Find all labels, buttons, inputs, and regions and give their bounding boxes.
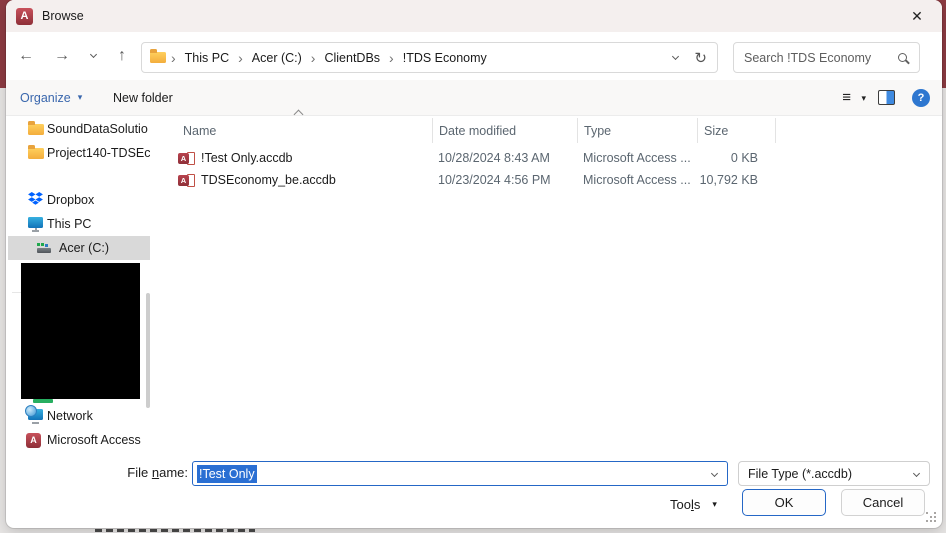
hidden-drive-icon-fragment	[33, 399, 53, 403]
breadcrumb-this-pc[interactable]: This PC	[181, 51, 233, 65]
title-bar: A Browse ✕	[6, 0, 942, 32]
file-row-tdseconomy-be[interactable]: A TDSEconomy_be.accdb 10/23/2024 4:56 PM…	[150, 169, 776, 191]
column-header-name[interactable]: Name	[150, 118, 432, 143]
column-header-date-modified[interactable]: Date modified	[432, 118, 577, 143]
search-box[interactable]: Search !TDS Economy	[733, 42, 920, 73]
tools-button[interactable]: Tools ▾	[670, 494, 734, 514]
crumb-separator-icon: ›	[389, 49, 394, 66]
file-name: !Test Only.accdb	[201, 151, 293, 165]
sidebar-scrollbar[interactable]	[146, 293, 150, 408]
command-toolbar: Organize ▾ New folder ≡ ▾ ?	[6, 80, 942, 116]
chevron-down-icon	[912, 469, 921, 478]
access-file-icon: A	[178, 173, 195, 188]
view-options-caret-icon[interactable]: ▾	[861, 93, 866, 104]
file-type: Microsoft Access ...	[583, 173, 691, 187]
file-name: TDSEconomy_be.accdb	[201, 173, 336, 187]
new-folder-button[interactable]: New folder	[113, 80, 173, 115]
file-type-select[interactable]: File Type (*.accdb)	[738, 461, 930, 486]
chevron-down-icon[interactable]	[710, 469, 719, 478]
drive-icon	[37, 242, 51, 253]
folder-icon	[28, 120, 44, 135]
preview-pane-icon[interactable]	[878, 90, 895, 105]
breadcrumb-tds-economy[interactable]: !TDS Economy	[399, 51, 491, 65]
crumb-separator-icon: ›	[310, 49, 316, 66]
access-file-icon: A	[178, 151, 195, 166]
breadcrumb-acer-c[interactable]: Acer (C:)	[248, 51, 306, 65]
file-row-test-only[interactable]: A !Test Only.accdb 10/28/2024 8:43 AM Mi…	[150, 147, 776, 169]
back-button[interactable]: ←	[10, 40, 42, 72]
sidebar-item-dropbox[interactable]: Dropbox	[6, 188, 150, 212]
up-button[interactable]: ↑	[106, 40, 138, 72]
folder-icon	[150, 49, 166, 63]
background-statusbar-text-fragment	[95, 529, 255, 532]
chevron-down-icon	[89, 50, 97, 59]
sidebar-item-acer-c[interactable]: Acer (C:)	[8, 236, 150, 260]
back-icon: ←	[18, 47, 34, 64]
close-button[interactable]: ✕	[898, 0, 936, 32]
crumb-separator-icon: ›	[238, 49, 243, 66]
breadcrumb-clientdbs[interactable]: ClientDBs	[320, 51, 384, 65]
column-header-size[interactable]: Size	[697, 118, 776, 143]
network-icon	[25, 405, 43, 424]
search-placeholder: Search !TDS Economy	[744, 50, 872, 65]
file-date: 10/28/2024 8:43 AM	[438, 151, 550, 165]
access-icon: A	[26, 432, 41, 448]
dropbox-icon	[28, 192, 43, 208]
search-icon	[898, 53, 907, 62]
forward-icon: →	[54, 47, 70, 64]
refresh-button[interactable]: ↻	[694, 49, 707, 67]
cancel-button[interactable]: Cancel	[841, 489, 925, 516]
selected-text: !Test Only	[197, 464, 257, 483]
folder-icon	[28, 144, 44, 159]
sidebar-item-folder2[interactable]: Project140-TDSEc	[6, 141, 150, 165]
organize-button[interactable]: Organize ▾	[20, 80, 82, 115]
view-options-icon[interactable]: ≡	[842, 89, 851, 106]
file-name-input[interactable]: !Test Only	[192, 461, 728, 486]
help-icon: ?	[917, 92, 925, 104]
navigation-bar: ← → ↑ › This PC › Acer (C:) › ClientDBs …	[6, 32, 942, 80]
resize-grip[interactable]	[926, 512, 937, 523]
file-size: 0 KB	[730, 151, 758, 165]
caret-down-icon: ▾	[77, 92, 83, 102]
sidebar-item-folder1[interactable]: SoundDataSolutio	[6, 117, 150, 141]
recent-locations-button[interactable]	[82, 40, 104, 72]
column-header-type[interactable]: Type	[577, 118, 697, 143]
browse-dialog: A Browse ✕ ← → ↑ › This PC › Acer (C:) ›…	[6, 0, 942, 528]
file-size: 10,792 KB	[699, 173, 758, 187]
caret-down-icon: ▾	[712, 498, 717, 509]
redacted-region	[21, 263, 140, 399]
file-name-label: File name:	[127, 465, 188, 480]
ok-button[interactable]: OK	[742, 489, 826, 516]
up-icon: ↑	[118, 47, 126, 64]
file-list-header: Name Date modified Type Size	[150, 118, 776, 143]
access-app-icon: A	[16, 7, 33, 25]
address-dropdown-chevron-icon[interactable]	[672, 52, 680, 60]
forward-button[interactable]: →	[46, 40, 78, 72]
address-bar[interactable]: › This PC › Acer (C:) › ClientDBs › !TDS…	[141, 42, 718, 73]
monitor-icon	[28, 217, 43, 232]
crumb-separator-icon: ›	[171, 49, 176, 66]
sidebar-item-network[interactable]: Network	[6, 404, 150, 428]
sidebar-item-microsoft-access[interactable]: A Microsoft Access	[6, 428, 150, 452]
sidebar-item-this-pc[interactable]: This PC	[6, 212, 150, 236]
file-date: 10/23/2024 4:56 PM	[438, 173, 551, 187]
file-type: Microsoft Access ...	[583, 151, 691, 165]
close-icon: ✕	[911, 7, 923, 24]
window-title: Browse	[42, 9, 84, 23]
help-button[interactable]: ?	[912, 89, 930, 107]
